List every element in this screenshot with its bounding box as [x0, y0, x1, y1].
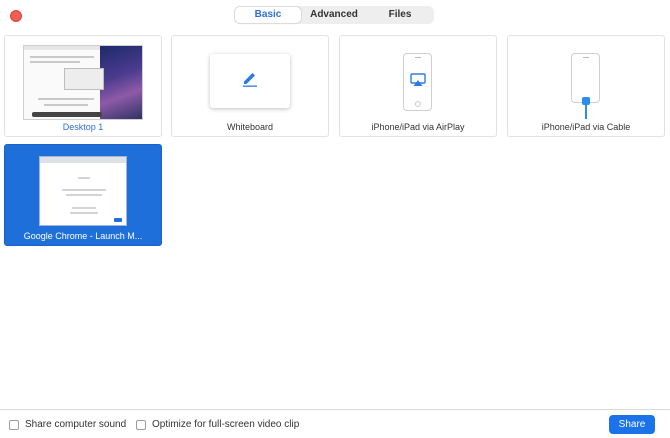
- share-button[interactable]: Share: [609, 415, 655, 434]
- tile-label: Desktop 1: [62, 122, 104, 132]
- tab-basic[interactable]: Basic: [235, 7, 301, 23]
- phone-frame: [571, 53, 600, 103]
- share-sound-checkbox[interactable]: [9, 419, 19, 430]
- share-sound-label: Share computer sound: [25, 419, 127, 430]
- window-titlebar: Basic Advanced Files: [0, 0, 670, 30]
- phone-frame: [403, 53, 432, 111]
- share-source-grid: Desktop 1 Whiteboard iPhone/iPad via Air…: [4, 35, 666, 407]
- footer-bar: Share computer sound Optimize for full-s…: [0, 409, 670, 438]
- cable-icon: [585, 105, 587, 119]
- optimize-video-option[interactable]: Optimize for full-screen video clip: [136, 419, 299, 430]
- cable-plug-icon: [582, 97, 590, 105]
- tile-label: Google Chrome - Launch M...: [23, 231, 143, 241]
- tab-advanced[interactable]: Advanced: [301, 7, 367, 23]
- airplay-icon: [410, 73, 426, 86]
- optimize-video-checkbox[interactable]: [136, 419, 146, 430]
- close-window-icon[interactable]: [10, 10, 22, 22]
- tab-files[interactable]: Files: [367, 7, 433, 23]
- tile-iphone-airplay[interactable]: iPhone/iPad via AirPlay: [339, 35, 497, 137]
- chrome-window-thumbnail-icon: [39, 156, 127, 226]
- tile-label: iPhone/iPad via Cable: [541, 122, 631, 132]
- share-computer-sound-option[interactable]: Share computer sound: [9, 419, 126, 430]
- tile-label: Whiteboard: [226, 122, 274, 132]
- optimize-video-label: Optimize for full-screen video clip: [152, 419, 300, 430]
- tile-whiteboard[interactable]: Whiteboard: [171, 35, 329, 137]
- tile-label: iPhone/iPad via AirPlay: [371, 122, 465, 132]
- tile-desktop-1[interactable]: Desktop 1: [4, 35, 162, 137]
- share-category-tabs: Basic Advanced Files: [234, 6, 434, 24]
- desktop-thumbnail-icon: [23, 45, 143, 120]
- tile-google-chrome-window[interactable]: Google Chrome - Launch M...: [4, 144, 162, 246]
- pencil-icon: [243, 73, 257, 87]
- whiteboard-card: [210, 54, 290, 108]
- tile-iphone-cable[interactable]: iPhone/iPad via Cable: [507, 35, 665, 137]
